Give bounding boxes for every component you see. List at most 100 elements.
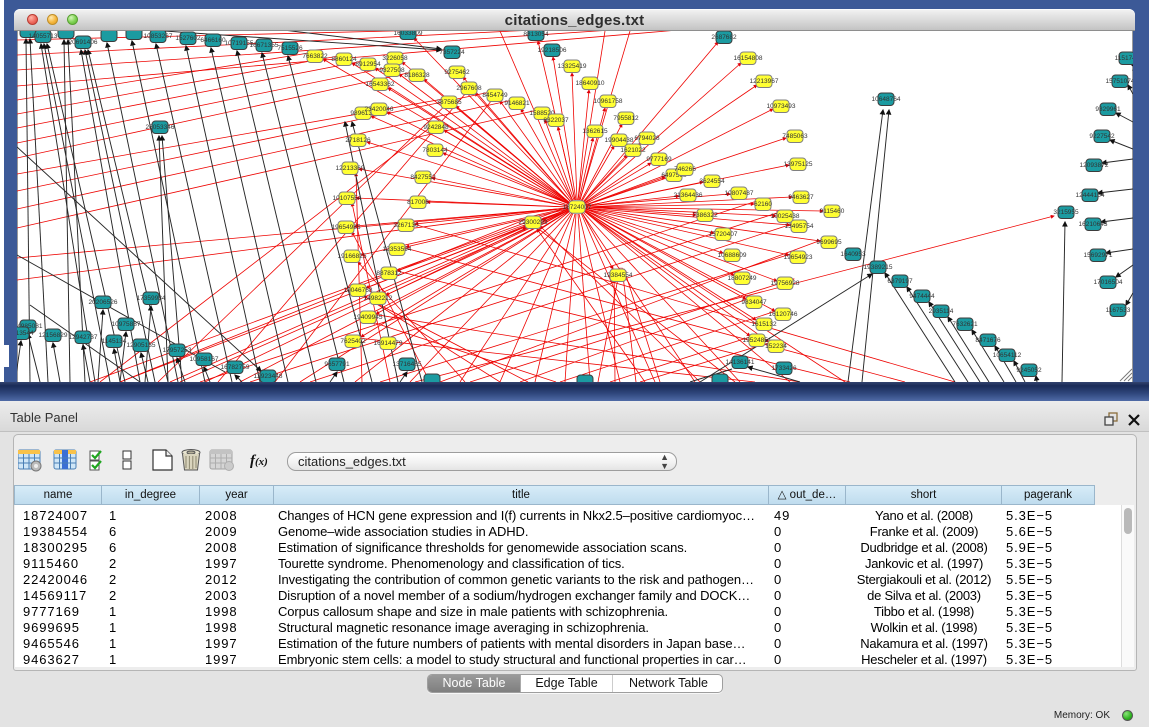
svg-text:19654985: 19654985 <box>332 224 361 231</box>
svg-text:9115460: 9115460 <box>820 208 845 215</box>
svg-text:19409945: 19409945 <box>354 314 383 321</box>
svg-text:10654112: 10654112 <box>993 352 1022 359</box>
svg-text:12093872: 12093872 <box>1080 162 1109 169</box>
svg-text:3913544: 3913544 <box>17 330 34 337</box>
svg-text:3215955: 3215955 <box>1053 209 1079 216</box>
svg-text:9242848: 9242848 <box>423 124 449 131</box>
svg-text:1167533: 1167533 <box>1106 307 1131 314</box>
svg-text:8454749: 8454749 <box>482 92 508 99</box>
svg-text:1733426: 1733426 <box>771 365 797 372</box>
svg-text:1145134: 1145134 <box>102 338 127 345</box>
svg-text:6879197: 6879197 <box>887 278 913 285</box>
svg-text:12213369: 12213369 <box>336 165 365 172</box>
svg-text:9245052: 9245052 <box>1016 367 1042 374</box>
svg-text:10046768: 10046768 <box>344 287 373 294</box>
svg-text:10853267: 10853267 <box>144 33 173 40</box>
svg-text:10807487: 10807487 <box>725 190 754 197</box>
svg-text:9329961: 9329961 <box>1095 106 1121 113</box>
svg-text:16914479: 16914479 <box>374 340 403 347</box>
svg-text:20206526: 20206526 <box>89 299 118 306</box>
svg-text:8860124: 8860124 <box>331 56 357 63</box>
svg-text:18807249: 18807249 <box>728 275 757 282</box>
svg-text:2935114: 2935114 <box>929 308 954 315</box>
svg-text:7632621: 7632621 <box>952 321 978 328</box>
svg-text:8912954: 8912954 <box>355 61 381 68</box>
svg-text:13325419: 13325419 <box>558 63 587 70</box>
svg-text:16120746: 16120746 <box>769 311 798 318</box>
svg-text:20691406: 20691406 <box>69 39 98 46</box>
svg-text:62160: 62160 <box>754 201 772 208</box>
svg-text:12942737: 12942737 <box>69 334 98 341</box>
svg-text:14982212: 14982212 <box>364 295 393 302</box>
svg-text:1621022: 1621022 <box>620 147 646 154</box>
svg-text:3267130: 3267130 <box>393 222 419 229</box>
svg-text:9227542: 9227542 <box>1089 133 1115 140</box>
svg-text:10107554: 10107554 <box>333 195 362 202</box>
svg-text:15751074: 15751074 <box>1106 78 1133 85</box>
svg-text:6794028: 6794028 <box>634 135 660 142</box>
svg-text:16543362: 16543362 <box>366 81 395 88</box>
svg-text:12923448: 12923448 <box>254 373 283 380</box>
svg-text:3875685: 3875685 <box>436 99 462 106</box>
svg-text:(x): (x) <box>255 456 268 468</box>
svg-text:21364436: 21364436 <box>674 192 703 199</box>
svg-text:19218506: 19218506 <box>538 47 567 54</box>
svg-text:9474444: 9474444 <box>909 293 935 300</box>
svg-text:15692971: 15692971 <box>1084 252 1113 259</box>
svg-text:8427552: 8427552 <box>410 174 436 181</box>
svg-text:1640953: 1640953 <box>840 251 866 258</box>
svg-text:1615132: 1615132 <box>751 321 777 328</box>
svg-text:3226058: 3226058 <box>382 55 408 62</box>
svg-text:1362615: 1362615 <box>582 128 608 135</box>
svg-text:13716485: 13716485 <box>393 361 422 368</box>
svg-text:7803144: 7803144 <box>422 147 448 154</box>
svg-text:19384554: 19384554 <box>604 272 633 279</box>
svg-text:817006: 817006 <box>407 199 429 206</box>
svg-text:12156829: 12156829 <box>39 332 68 339</box>
svg-text:8322037: 8322037 <box>543 117 569 124</box>
svg-text:18724007: 18724007 <box>563 204 592 211</box>
svg-text:19389215: 19389215 <box>864 264 893 271</box>
svg-text:13495754: 13495754 <box>785 223 814 230</box>
svg-text:7625402: 7625402 <box>340 338 366 345</box>
svg-text:26053346: 26053346 <box>146 124 175 131</box>
svg-text:8186328: 8186328 <box>404 72 430 79</box>
svg-text:10648764: 10648764 <box>872 96 901 103</box>
svg-text:10958167: 10958167 <box>190 356 219 363</box>
svg-text:8471676: 8471676 <box>975 337 1001 344</box>
svg-text:12444154: 12444154 <box>1076 192 1105 199</box>
svg-text:8813054: 8813054 <box>523 31 549 38</box>
svg-text:18640910: 18640910 <box>576 80 605 87</box>
svg-text:17359934: 17359934 <box>137 295 166 302</box>
svg-text:9699695: 9699695 <box>816 239 842 246</box>
svg-text:7663822: 7663822 <box>302 53 328 60</box>
svg-text:12353594: 12353594 <box>383 246 412 253</box>
svg-text:7955812: 7955812 <box>613 115 639 122</box>
svg-text:2687682: 2687682 <box>711 34 737 41</box>
svg-text:14136141: 14136141 <box>726 359 755 366</box>
svg-text:19756928: 19756928 <box>771 280 800 287</box>
svg-text:19654923: 19654923 <box>784 254 813 261</box>
svg-text:7357224: 7357224 <box>439 49 465 56</box>
svg-text:13975125: 13975125 <box>784 161 813 168</box>
svg-text:12213967: 12213967 <box>750 78 779 85</box>
svg-text:10961758: 10961758 <box>594 98 623 105</box>
svg-text:10973493: 10973493 <box>767 103 796 110</box>
svg-text:9327508: 9327508 <box>379 67 405 74</box>
svg-text:746266: 746266 <box>674 166 696 173</box>
svg-text:7515526: 7515526 <box>277 45 303 52</box>
svg-text:14055713: 14055713 <box>29 33 58 40</box>
svg-text:10025438: 10025438 <box>771 213 800 220</box>
svg-text:9463627: 9463627 <box>788 194 814 201</box>
svg-text:3624554: 3624554 <box>699 178 725 185</box>
svg-text:9275462: 9275462 <box>444 69 470 76</box>
svg-text:12905135: 12905135 <box>127 342 156 349</box>
svg-text:16782759: 16782759 <box>221 364 250 371</box>
svg-text:15720407: 15720407 <box>709 231 738 238</box>
svg-text:9834047: 9834047 <box>741 299 767 306</box>
svg-text:10688609: 10688609 <box>718 252 747 259</box>
svg-text:9146821: 9146821 <box>504 100 530 107</box>
svg-text:9657791: 9657791 <box>324 361 350 368</box>
svg-text:16671355: 16671355 <box>250 42 279 49</box>
svg-text:16033809: 16033809 <box>394 31 423 37</box>
